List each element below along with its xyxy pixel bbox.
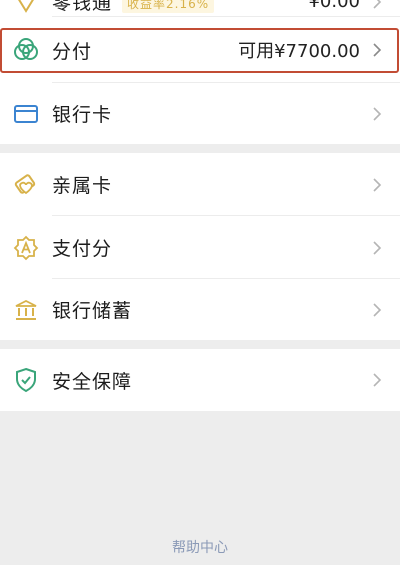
- bank-savings-label: 银行储蓄: [52, 300, 133, 322]
- fenfu-highlight-frame: [0, 28, 399, 73]
- security-row[interactable]: 安全保障: [0, 349, 400, 411]
- help-center-link[interactable]: 帮助中心: [0, 537, 400, 557]
- bank-savings-row[interactable]: 银行储蓄: [0, 279, 400, 340]
- bankcard-row[interactable]: 银行卡: [0, 83, 400, 144]
- lingqiantong-balance: ¥0.00: [308, 0, 360, 12]
- wallet-list-bottom: 安全保障: [0, 349, 400, 411]
- chevron-right-icon: [370, 106, 384, 121]
- lingqiantong-row[interactable]: 零钱通 收益率2.16% ¥0.00: [0, 0, 400, 17]
- chevron-right-icon: [370, 302, 384, 317]
- section-gap: [0, 144, 400, 153]
- bankcard-label: 银行卡: [52, 104, 113, 126]
- family-card-row[interactable]: 亲属卡: [0, 153, 400, 216]
- heart-card-icon: [0, 173, 52, 197]
- section-gap: [0, 340, 400, 349]
- yield-badge: 收益率2.16%: [122, 0, 215, 13]
- pay-score-label: 支付分: [52, 238, 113, 260]
- chevron-right-icon: [370, 177, 384, 192]
- chevron-right-icon: [370, 373, 384, 387]
- badge-a-icon: [0, 235, 52, 261]
- shield-icon: [0, 367, 52, 393]
- chevron-right-icon: [370, 0, 384, 9]
- chevron-right-icon: [370, 240, 384, 255]
- lingqiantong-label: 零钱通: [52, 0, 113, 14]
- wallet-list-middle: 亲属卡 支付分 银行储蓄: [0, 153, 400, 340]
- security-label: 安全保障: [52, 370, 133, 393]
- pay-score-row[interactable]: 支付分: [0, 216, 400, 279]
- bank-building-icon: [0, 298, 52, 322]
- card-icon: [0, 104, 52, 124]
- diamond-icon: [0, 0, 52, 13]
- family-card-label: 亲属卡: [52, 175, 113, 197]
